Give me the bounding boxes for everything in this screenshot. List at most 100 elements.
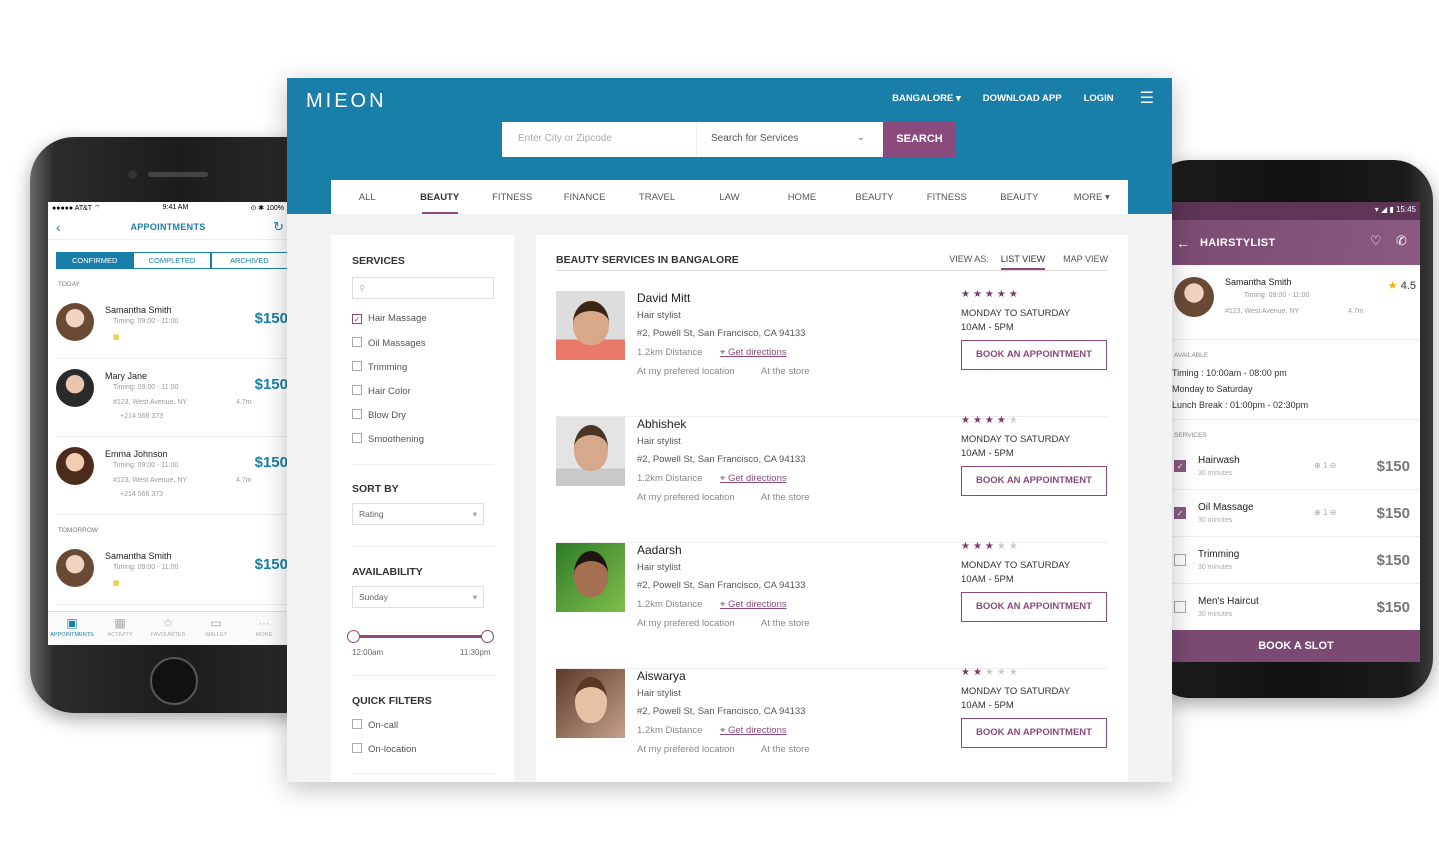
- service-row[interactable]: Trimming 30 minutes $150: [1172, 537, 1420, 584]
- get-directions-link[interactable]: ⌖ Get directions: [720, 725, 787, 736]
- list-view-button[interactable]: LIST VIEW: [1000, 254, 1046, 270]
- tab-fitness-2[interactable]: FITNESS: [911, 180, 983, 214]
- tab-wallet[interactable]: ▭ WALLET: [192, 612, 240, 645]
- filter-trimming[interactable]: Trimming: [352, 361, 407, 373]
- slider-handle-start[interactable]: [347, 630, 360, 643]
- appointment-row[interactable]: Emma Johnson Timing: 09:00 - 11:00 $150 …: [56, 437, 288, 515]
- working-days: MONDAY TO SATURDAY: [961, 686, 1071, 697]
- get-directions-link[interactable]: ⌖ Get directions: [720, 473, 787, 484]
- map-view-button[interactable]: MAP VIEW: [1063, 254, 1108, 270]
- time-range-slider[interactable]: [347, 630, 494, 643]
- service-checkbox[interactable]: [1174, 554, 1186, 566]
- availability-select[interactable]: Sunday ▾: [352, 586, 484, 608]
- hamburger-menu-icon[interactable]: ☰: [1140, 88, 1154, 108]
- rating-stars: ★★★★★: [961, 415, 1021, 426]
- tab-appointments[interactable]: ▣ APPOINTMENTS: [48, 612, 96, 645]
- service-checkbox[interactable]: ✓: [1174, 507, 1186, 519]
- filter-oil-massages[interactable]: Oil Massages: [352, 337, 426, 349]
- tab-beauty-3[interactable]: BEAUTY: [983, 180, 1055, 214]
- provider-photo: [556, 669, 625, 738]
- book-slot-button[interactable]: BOOK A SLOT: [1172, 630, 1420, 662]
- city-input[interactable]: Enter City or Zipcode: [502, 122, 697, 157]
- iphone-home-button[interactable]: [150, 657, 198, 705]
- segment-completed[interactable]: COMPLETED: [133, 252, 211, 269]
- service-duration: 30 minutes: [1198, 611, 1233, 618]
- top-header: MIEON BANGALORE ▾ DOWNLOAD APP LOGIN ☰ E…: [287, 78, 1172, 214]
- back-icon[interactable]: ‹: [56, 219, 61, 235]
- checkbox[interactable]: [352, 743, 362, 753]
- checkbox[interactable]: [352, 385, 362, 395]
- service-select[interactable]: Search for Services ⌄: [697, 122, 883, 157]
- book-appointment-button[interactable]: BOOK AN APPOINTMENT: [961, 340, 1107, 370]
- logo[interactable]: MIEON: [306, 90, 387, 113]
- search-bar: Enter City or Zipcode Search for Service…: [502, 122, 956, 157]
- book-appointment-button[interactable]: BOOK AN APPOINTMENT: [961, 466, 1107, 496]
- appointment-row[interactable]: Samantha Smith Timing: 09:00 - 11:00 $15…: [56, 293, 288, 359]
- checkbox[interactable]: ✓: [352, 314, 362, 324]
- filter-hair-color[interactable]: Hair Color: [352, 385, 411, 397]
- more-icon: ···: [258, 616, 270, 630]
- get-directions-link[interactable]: ⌖ Get directions: [720, 347, 787, 358]
- checkbox[interactable]: [352, 433, 362, 443]
- back-arrow-icon[interactable]: ←: [1176, 235, 1190, 251]
- service-row[interactable]: ✓ Oil Massage 30 minutes ⊕ 1 ⊖ $150: [1172, 490, 1420, 537]
- appointment-row[interactable]: Samantha Smith Timing: 09:00 - 11:00 $15…: [56, 539, 288, 605]
- appointment-row[interactable]: Mary Jane Timing: 09:00 - 11:00 $150 #12…: [56, 359, 288, 437]
- tab-home[interactable]: HOME: [766, 180, 838, 214]
- checkbox[interactable]: [352, 409, 362, 419]
- sort-heading: SORT BY: [352, 483, 399, 495]
- days-text: Monday to Saturday: [1172, 384, 1253, 394]
- results-title: BEAUTY SERVICES IN BANGALORE: [556, 254, 739, 266]
- phone-icon[interactable]: ✆: [1396, 233, 1407, 249]
- book-appointment-button[interactable]: BOOK AN APPOINTMENT: [961, 718, 1107, 748]
- services-heading: SERVICES: [352, 255, 405, 267]
- tab-law[interactable]: LAW: [693, 180, 765, 214]
- checkbox[interactable]: [352, 719, 362, 729]
- sort-select[interactable]: Rating ▾: [352, 503, 484, 525]
- segment-confirmed[interactable]: CONFIRMED: [56, 252, 134, 269]
- service-name: Men's Haircut: [1198, 596, 1259, 607]
- segment-archived[interactable]: ARCHIVED: [210, 252, 288, 269]
- service-checkbox[interactable]: ✓: [1174, 460, 1186, 472]
- filter-on-location[interactable]: On-location: [352, 743, 417, 755]
- download-app-link[interactable]: DOWNLOAD APP: [983, 93, 1062, 104]
- quantity-stepper[interactable]: ⊕ 1 ⊖: [1314, 461, 1336, 470]
- location-pin-icon: ⌖: [720, 473, 726, 484]
- tab-favourites[interactable]: ☆ FAVOURITES: [144, 612, 192, 645]
- tab-more[interactable]: ··· MORE: [240, 612, 288, 645]
- tab-activity[interactable]: ▦ ACTIVITY: [96, 612, 144, 645]
- tab-more[interactable]: MORE ▾: [1056, 180, 1128, 214]
- login-link[interactable]: LOGIN: [1084, 93, 1114, 104]
- services-label: SERVICES: [1174, 432, 1207, 439]
- search-button[interactable]: SEARCH: [883, 122, 956, 157]
- tab-fitness[interactable]: FITNESS: [476, 180, 548, 214]
- get-directions-link[interactable]: ⌖ Get directions: [720, 599, 787, 610]
- tab-beauty[interactable]: BEAUTY: [403, 180, 475, 214]
- filter-hair-massage[interactable]: ✓ Hair Massage: [352, 313, 427, 324]
- tab-travel[interactable]: TRAVEL: [621, 180, 693, 214]
- tab-beauty-2[interactable]: BEAUTY: [838, 180, 910, 214]
- heart-icon[interactable]: ♡: [1370, 233, 1382, 249]
- services-search-input[interactable]: ⚲: [352, 277, 494, 299]
- filter-smoothening[interactable]: Smoothening: [352, 433, 424, 445]
- service-checkbox[interactable]: [1174, 601, 1186, 613]
- working-hours: 10AM - 5PM: [961, 700, 1014, 711]
- filter-on-call[interactable]: On-call: [352, 719, 398, 731]
- city-selector[interactable]: BANGALORE ▾: [892, 93, 961, 104]
- wallet-icon: ▭: [210, 616, 222, 630]
- battery: ⊙ ✱ 100%: [250, 205, 284, 212]
- quantity-stepper[interactable]: ⊕ 1 ⊖: [1314, 508, 1336, 517]
- caret-down-icon: ▾: [955, 92, 961, 104]
- book-appointment-button[interactable]: BOOK AN APPOINTMENT: [961, 592, 1107, 622]
- slider-handle-end[interactable]: [481, 630, 494, 643]
- service-row[interactable]: Men's Haircut 30 minutes $150: [1172, 584, 1420, 631]
- tab-finance[interactable]: FINANCE: [548, 180, 620, 214]
- tab-all[interactable]: ALL: [331, 180, 403, 214]
- provider-address: #2, Powell St, San Francisco, CA 94133: [637, 454, 806, 465]
- refresh-icon[interactable]: ↻: [273, 219, 284, 235]
- service-row[interactable]: ✓ Hairwash 30 minutes ⊕ 1 ⊖ $150: [1172, 443, 1420, 490]
- filter-blow-dry[interactable]: Blow Dry: [352, 409, 406, 421]
- working-hours: 10AM - 5PM: [961, 322, 1014, 333]
- checkbox[interactable]: [352, 337, 362, 347]
- checkbox[interactable]: [352, 361, 362, 371]
